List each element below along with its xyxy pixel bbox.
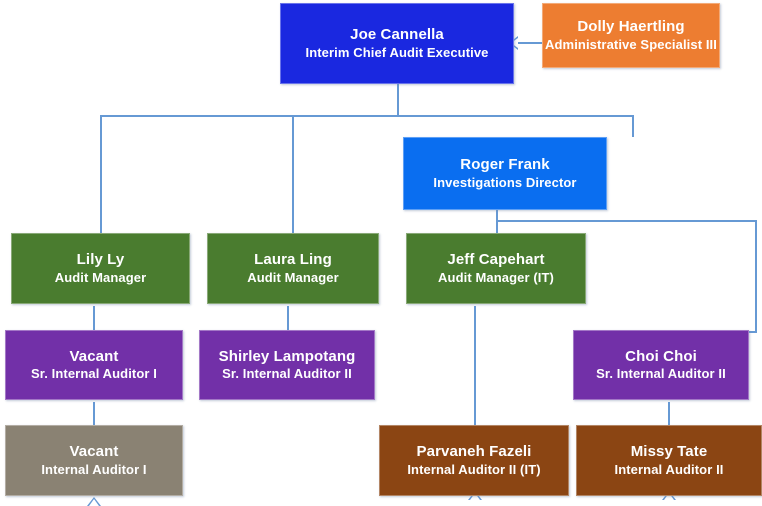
node-shirley-lampotang[interactable]: Shirley Lampotang Sr. Internal Auditor I… [199, 330, 375, 400]
connector-vacantsr-to-lily [93, 306, 95, 330]
node-vacant-internal-auditor[interactable]: Vacant Internal Auditor I [5, 425, 183, 496]
node-title: Interim Chief Audit Executive [305, 44, 489, 60]
node-laura-ling[interactable]: Laura Ling Audit Manager [207, 233, 379, 304]
node-name: Roger Frank [460, 156, 550, 173]
connector-choi-into-box [748, 331, 757, 333]
connector-jeff-to-roger [496, 210, 498, 234]
node-title: Administrative Specialist III [545, 36, 717, 52]
node-roger-frank[interactable]: Roger Frank Investigations Director [403, 137, 607, 210]
connector-vacantia-to-vacantsr [93, 402, 95, 425]
node-name: Vacant [69, 443, 119, 460]
connector-shirley-to-laura [287, 306, 289, 330]
node-name: Vacant [69, 347, 119, 365]
node-name: Jeff Capehart [447, 251, 545, 268]
node-title: Audit Manager (IT) [438, 269, 554, 285]
node-name: Missy Tate [630, 443, 708, 460]
node-missy-tate[interactable]: Missy Tate Internal Auditor II [576, 425, 762, 496]
node-title: Sr. Internal Auditor I [31, 366, 157, 382]
node-lily-ly[interactable]: Lily Ly Audit Manager [11, 233, 190, 304]
node-title: Sr. Internal Auditor II [596, 366, 726, 382]
connector-main-bus [100, 115, 633, 117]
node-name: Choi Choi [625, 347, 697, 365]
node-dolly-haertling[interactable]: Dolly Haertling Administrative Specialis… [542, 3, 720, 68]
connector-choi-across [496, 220, 757, 222]
node-name: Lily Ly [76, 251, 125, 268]
org-chart: Joe Cannella Interim Chief Audit Executi… [0, 0, 762, 506]
connector-missy-to-choi [668, 402, 670, 425]
node-choi-choi[interactable]: Choi Choi Sr. Internal Auditor II [573, 330, 749, 400]
node-name: Parvaneh Fazeli [416, 443, 532, 460]
node-name: Shirley Lampotang [218, 347, 356, 365]
connector-parvaneh-to-jeff [474, 306, 476, 425]
node-title: Audit Manager [54, 269, 147, 285]
node-name: Laura Ling [254, 251, 332, 268]
connector-choi-right-leg [755, 220, 757, 332]
node-name: Joe Cannella [350, 26, 444, 43]
connector-dolly-to-joe [518, 42, 542, 44]
node-title: Sr. Internal Auditor II [222, 366, 352, 382]
node-title: Internal Auditor II (IT) [407, 461, 541, 477]
node-vacant-senior-auditor[interactable]: Vacant Sr. Internal Auditor I [5, 330, 183, 400]
node-joe-cannella[interactable]: Joe Cannella Interim Chief Audit Executi… [280, 3, 514, 84]
node-title: Investigations Director [433, 174, 577, 190]
node-jeff-capehart[interactable]: Jeff Capehart Audit Manager (IT) [406, 233, 586, 304]
node-name: Dolly Haertling [577, 18, 685, 35]
node-title: Internal Auditor II [614, 461, 724, 477]
node-title: Audit Manager [247, 269, 339, 285]
connector-joe-stem [397, 84, 399, 116]
connector-bus-to-lily [100, 115, 102, 233]
connector-bus-to-roger [632, 115, 634, 137]
arrow-below-vacant-ia-inner [89, 499, 99, 506]
node-parvaneh-fazeli[interactable]: Parvaneh Fazeli Internal Auditor II (IT) [379, 425, 569, 496]
node-title: Internal Auditor I [41, 461, 147, 477]
connector-bus-to-laura [292, 115, 294, 233]
